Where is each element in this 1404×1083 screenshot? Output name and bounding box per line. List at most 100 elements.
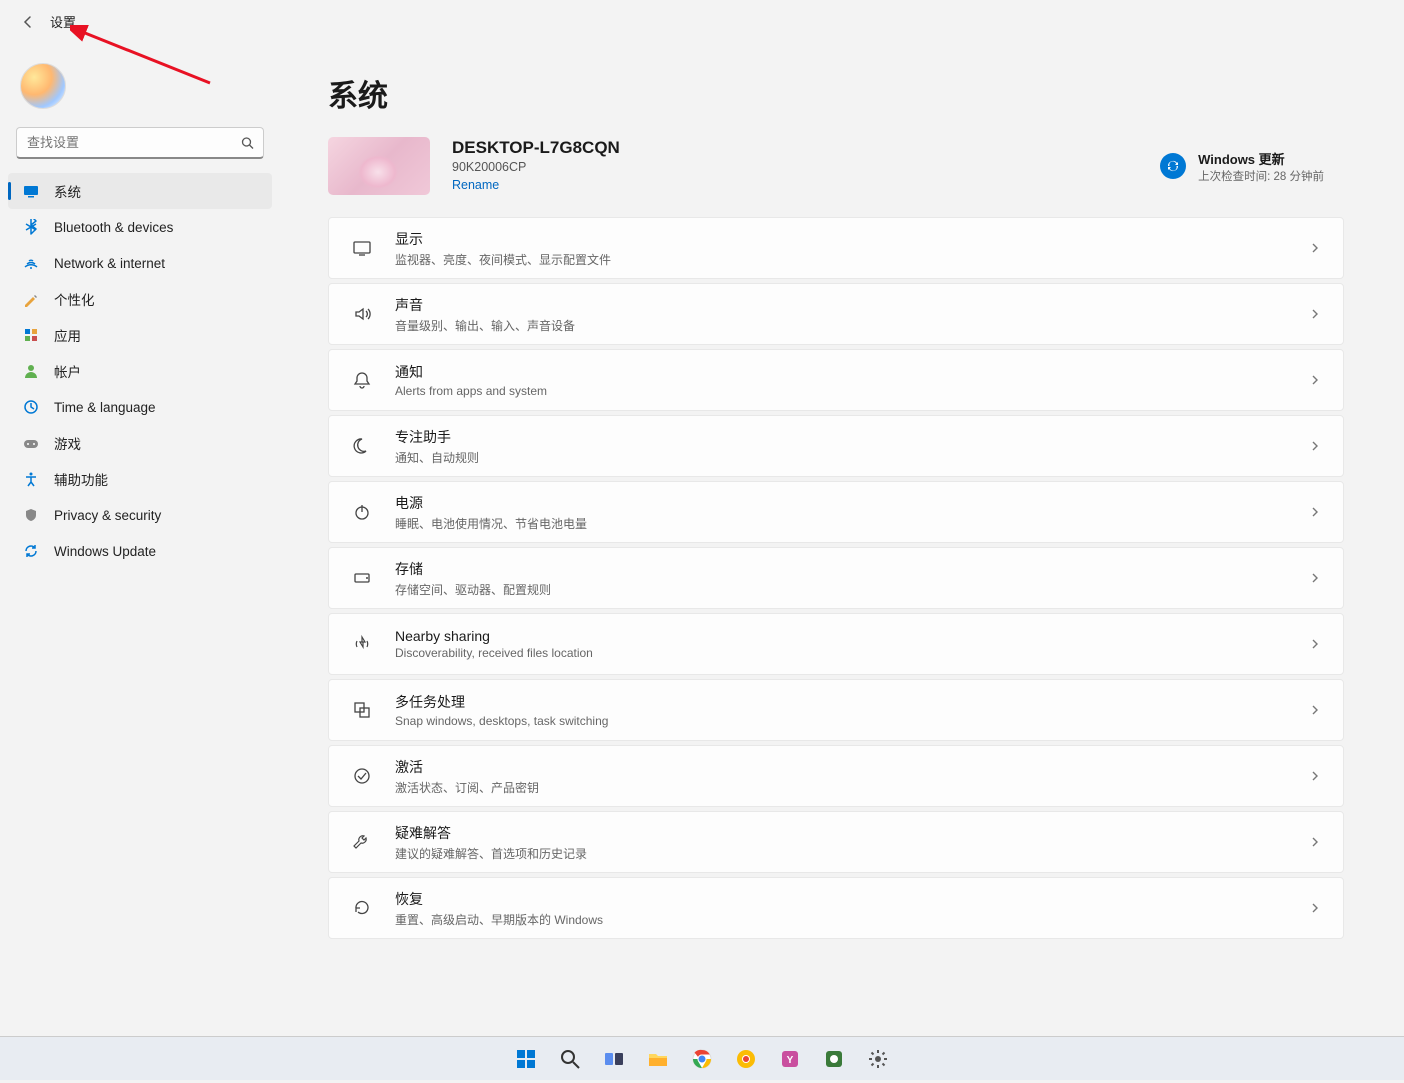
chevron-right-icon xyxy=(1309,638,1321,650)
sidebar-item-apps[interactable]: 应用 xyxy=(8,317,272,353)
settings-card-display[interactable]: 显示监视器、亮度、夜间模式、显示配置文件 xyxy=(328,217,1344,279)
activation-icon xyxy=(351,765,373,787)
bluetooth-icon xyxy=(22,218,40,236)
search-icon xyxy=(559,1048,581,1070)
notifications-icon xyxy=(351,369,373,391)
taskbar-chrome-canary[interactable] xyxy=(727,1040,765,1078)
taskbar: Y xyxy=(0,1036,1404,1080)
settings-card-sound[interactable]: 声音音量级别、输出、输入、声音设备 xyxy=(328,283,1344,345)
sidebar-item-accounts[interactable]: 帐户 xyxy=(8,353,272,389)
nav-list: 系统 Bluetooth & devices Network & internet 个… xyxy=(4,173,276,569)
user-avatar[interactable] xyxy=(20,63,66,109)
sidebar-item-label: Network & internet xyxy=(54,256,165,271)
sidebar-item-personalize[interactable]: 个性化 xyxy=(8,281,272,317)
settings-card-troubleshoot[interactable]: 疑难解答建议的疑难解答、首选项和历史记录 xyxy=(328,811,1344,873)
page-title: 系统 xyxy=(328,71,1344,115)
card-subtitle: Alerts from apps and system xyxy=(395,384,1309,398)
search-wrap xyxy=(16,127,264,159)
troubleshoot-icon xyxy=(351,831,373,853)
network-icon xyxy=(22,254,40,272)
settings-card-multitask[interactable]: 多任务处理Snap windows, desktops, task switch… xyxy=(328,679,1344,741)
card-subtitle: 音量级别、输出、输入、声音设备 xyxy=(395,317,1309,334)
settings-card-activation[interactable]: 激活激活状态、订阅、产品密钥 xyxy=(328,745,1344,807)
sound-icon xyxy=(351,303,373,325)
system-icon xyxy=(22,182,40,200)
rename-link[interactable]: Rename xyxy=(452,178,499,192)
sidebar-item-bluetooth[interactable]: Bluetooth & devices xyxy=(8,209,272,245)
gaming-icon xyxy=(22,434,40,452)
card-text: 声音音量级别、输出、输入、声音设备 xyxy=(395,295,1309,334)
taskbar-explorer[interactable] xyxy=(639,1040,677,1078)
app1-icon: Y xyxy=(779,1048,801,1070)
sidebar-item-network[interactable]: Network & internet xyxy=(8,245,272,281)
update-sync-icon xyxy=(1160,153,1186,179)
taskbar-search[interactable] xyxy=(551,1040,589,1078)
card-subtitle: Discoverability, received files location xyxy=(395,646,1309,660)
sidebar: 系统 Bluetooth & devices Network & internet 个… xyxy=(0,43,280,1083)
windows-update-box[interactable]: Windows 更新 上次检查时间: 28 分钟前 xyxy=(1160,149,1324,184)
sidebar-item-label: 个性化 xyxy=(54,289,95,309)
settings-card-recovery[interactable]: 恢复重置、高级启动、早期版本的 Windows xyxy=(328,877,1344,939)
device-wallpaper-thumb xyxy=(328,137,430,195)
update-text: Windows 更新 上次检查时间: 28 分钟前 xyxy=(1198,149,1324,184)
chevron-right-icon xyxy=(1309,572,1321,584)
card-title: 电源 xyxy=(395,493,1309,513)
chevron-right-icon xyxy=(1309,308,1321,320)
taskview-icon xyxy=(603,1048,625,1070)
settings-card-nearby[interactable]: Nearby sharingDiscoverability, received … xyxy=(328,613,1344,675)
svg-text:Y: Y xyxy=(787,1055,794,1066)
chrome-canary-icon xyxy=(735,1048,757,1070)
sidebar-item-label: 帐户 xyxy=(54,361,81,381)
sidebar-item-system[interactable]: 系统 xyxy=(8,173,272,209)
taskbar-chrome[interactable] xyxy=(683,1040,721,1078)
taskbar-settings[interactable] xyxy=(859,1040,897,1078)
settings-cards: 显示监视器、亮度、夜间模式、显示配置文件声音音量级别、输出、输入、声音设备通知A… xyxy=(328,217,1344,939)
sidebar-item-label: Time & language xyxy=(54,400,156,415)
card-title: 专注助手 xyxy=(395,427,1309,447)
update-subtitle: 上次检查时间: 28 分钟前 xyxy=(1198,168,1324,184)
update-title: Windows 更新 xyxy=(1198,149,1324,168)
sidebar-item-gaming[interactable]: 游戏 xyxy=(8,425,272,461)
card-text: 多任务处理Snap windows, desktops, task switch… xyxy=(395,692,1309,728)
settings-card-notifications[interactable]: 通知Alerts from apps and system xyxy=(328,349,1344,411)
card-subtitle: 建议的疑难解答、首选项和历史记录 xyxy=(395,845,1309,862)
settings-card-storage[interactable]: 存储存储空间、驱动器、配置规则 xyxy=(328,547,1344,609)
sidebar-item-label: 系统 xyxy=(54,181,81,201)
card-subtitle: 存储空间、驱动器、配置规则 xyxy=(395,581,1309,598)
card-text: 存储存储空间、驱动器、配置规则 xyxy=(395,559,1309,598)
header-title: 设置 xyxy=(50,12,76,31)
focus-icon xyxy=(351,435,373,457)
sidebar-item-update[interactable]: Windows Update xyxy=(8,533,272,569)
sidebar-item-privacy[interactable]: Privacy & security xyxy=(8,497,272,533)
recovery-icon xyxy=(351,897,373,919)
card-text: 激活激活状态、订阅、产品密钥 xyxy=(395,757,1309,796)
taskbar-start[interactable] xyxy=(507,1040,545,1078)
taskbar-app2[interactable] xyxy=(815,1040,853,1078)
card-text: 疑难解答建议的疑难解答、首选项和历史记录 xyxy=(395,823,1309,862)
sidebar-item-accessibility[interactable]: 辅助功能 xyxy=(8,461,272,497)
card-title: 存储 xyxy=(395,559,1309,579)
main-content: 系统 DESKTOP-L7G8CQN 90K20006CP Rename Win… xyxy=(280,43,1404,1083)
card-text: 电源睡眠、电池使用情况、节省电池电量 xyxy=(395,493,1309,532)
back-button[interactable] xyxy=(20,14,36,30)
back-arrow-icon xyxy=(21,15,35,29)
search-input[interactable] xyxy=(16,127,264,159)
settings-card-power[interactable]: 电源睡眠、电池使用情况、节省电池电量 xyxy=(328,481,1344,543)
multitask-icon xyxy=(351,699,373,721)
card-title: 声音 xyxy=(395,295,1309,315)
settings-card-focus[interactable]: 专注助手通知、自动规则 xyxy=(328,415,1344,477)
start-icon xyxy=(515,1048,537,1070)
device-name: DESKTOP-L7G8CQN xyxy=(452,138,1160,158)
settings-icon xyxy=(867,1048,889,1070)
sidebar-item-label: Bluetooth & devices xyxy=(54,220,173,235)
taskbar-app1[interactable]: Y xyxy=(771,1040,809,1078)
chevron-right-icon xyxy=(1309,770,1321,782)
card-text: 显示监视器、亮度、夜间模式、显示配置文件 xyxy=(395,229,1309,268)
sidebar-item-time[interactable]: Time & language xyxy=(8,389,272,425)
taskbar-taskview[interactable] xyxy=(595,1040,633,1078)
card-subtitle: 监视器、亮度、夜间模式、显示配置文件 xyxy=(395,251,1309,268)
chevron-right-icon xyxy=(1309,902,1321,914)
display-icon xyxy=(351,237,373,259)
power-icon xyxy=(351,501,373,523)
card-text: 通知Alerts from apps and system xyxy=(395,362,1309,398)
